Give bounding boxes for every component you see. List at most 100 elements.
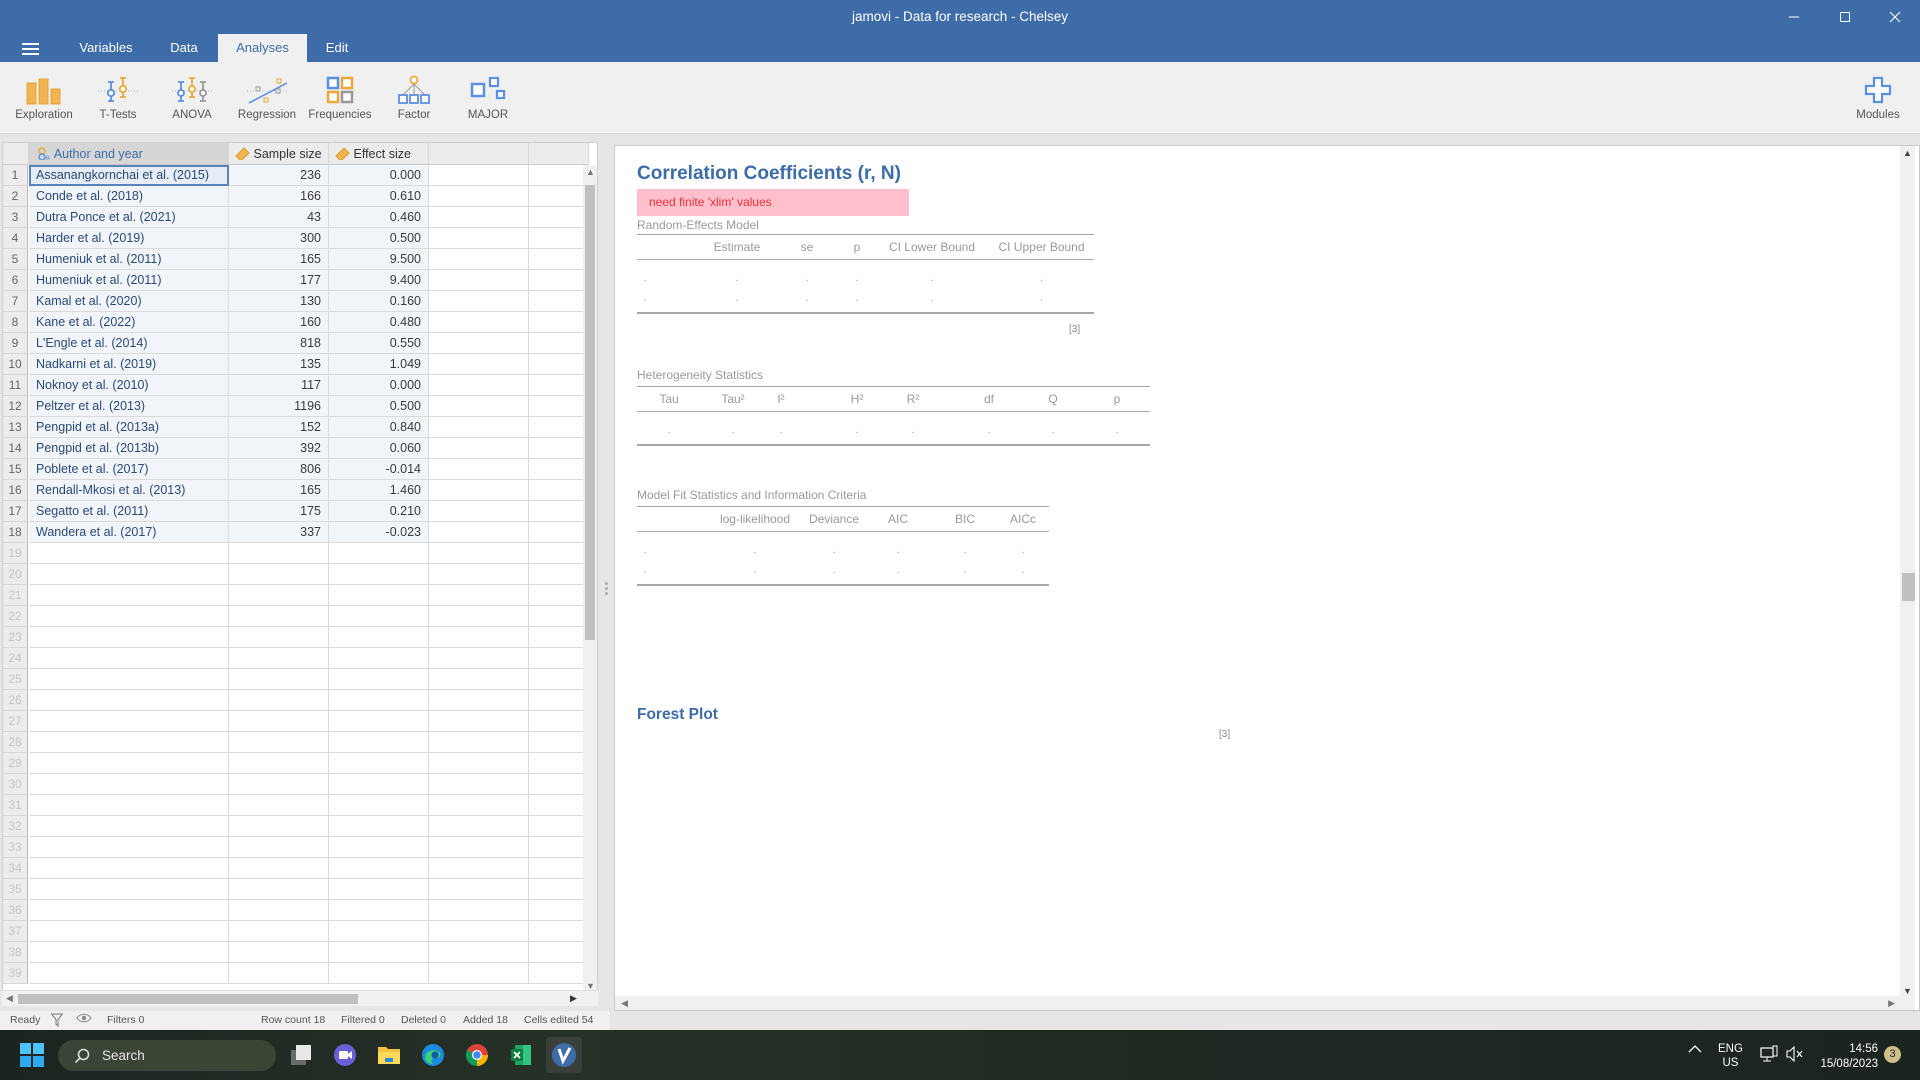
grid-cell[interactable]: Rendall-Mkosi et al. (2013) [29,480,229,501]
grid-cell[interactable]: 9.500 [329,249,429,270]
grid-cell[interactable] [29,795,229,816]
grid-cell[interactable] [229,585,329,606]
tab-data[interactable]: Data [160,34,208,62]
grid-cell[interactable] [329,753,429,774]
grid-cell[interactable] [429,774,529,795]
grid-cell[interactable] [229,606,329,627]
grid-cell[interactable]: 806 [229,459,329,480]
row-number[interactable]: 21 [3,585,28,606]
grid-cell[interactable] [329,837,429,858]
grid-cell[interactable] [329,900,429,921]
grid-cell[interactable]: 166 [229,186,329,207]
regression-button[interactable]: Regression [236,62,298,134]
row-number[interactable]: 32 [3,816,28,837]
grid-cell[interactable] [429,795,529,816]
scroll-left-arrow-icon[interactable]: ◀ [6,993,13,1004]
factor-button[interactable]: Factor [392,62,436,134]
grid-cell[interactable] [29,900,229,921]
row-number[interactable]: 8 [3,312,28,333]
row-number[interactable]: 39 [3,963,28,984]
grid-cell[interactable] [329,921,429,942]
row-number[interactable]: 31 [3,795,28,816]
grid-cell[interactable] [529,354,589,375]
grid-cell[interactable] [29,564,229,585]
grid-cell[interactable]: 236 [229,165,329,186]
grid-cell[interactable] [529,837,589,858]
grid-cell[interactable] [429,354,529,375]
grid-cell[interactable] [429,543,529,564]
grid-cell[interactable] [529,501,589,522]
grid-cell[interactable]: 1196 [229,396,329,417]
grid-cell[interactable]: 1.049 [329,354,429,375]
row-number[interactable]: 37 [3,921,28,942]
grid-cell[interactable] [429,669,529,690]
row-number[interactable]: 7 [3,291,28,312]
grid-cell[interactable]: Poblete et al. (2017) [29,459,229,480]
row-number[interactable]: 33 [3,837,28,858]
grid-cell[interactable] [529,816,589,837]
tab-edit[interactable]: Edit [316,34,358,62]
grid-cell[interactable] [329,690,429,711]
grid-cell[interactable] [429,165,529,186]
notification-badge[interactable]: 3 [1884,1046,1901,1063]
maximize-button[interactable] [1822,0,1868,34]
grid-cell[interactable] [429,186,529,207]
grid-cell[interactable] [229,816,329,837]
scroll-right-arrow-icon[interactable]: ▶ [1888,998,1895,1009]
results-vertical-scroll-thumb[interactable] [1902,573,1915,601]
grid-cell[interactable] [429,375,529,396]
show-hidden-icons-button[interactable] [1688,1044,1702,1057]
grid-cell[interactable] [529,732,589,753]
grid-cell[interactable] [29,627,229,648]
tab-variables[interactable]: Variables [68,34,144,62]
row-number[interactable]: 6 [3,270,28,291]
row-number[interactable]: 16 [3,480,28,501]
teams-button[interactable] [327,1037,363,1073]
grid-cell[interactable]: 43 [229,207,329,228]
grid-cell[interactable] [529,963,589,984]
grid-cell[interactable]: Conde et al. (2018) [29,186,229,207]
grid-cell[interactable]: Humeniuk et al. (2011) [29,249,229,270]
row-number[interactable]: 3 [3,207,28,228]
grid-cell[interactable]: 0.480 [329,312,429,333]
grid-cell[interactable] [329,858,429,879]
grid-cell[interactable] [329,711,429,732]
grid-cell[interactable] [429,627,529,648]
grid-cell[interactable]: -0.023 [329,522,429,543]
grid-cell[interactable]: Harder et al. (2019) [29,228,229,249]
grid-cell[interactable]: 0.610 [329,186,429,207]
row-number[interactable]: 22 [3,606,28,627]
excel-button[interactable] [503,1037,539,1073]
grid-cell[interactable] [29,963,229,984]
grid-cell[interactable]: 0.460 [329,207,429,228]
grid-cell[interactable]: 0.500 [329,228,429,249]
row-number[interactable]: 25 [3,669,28,690]
grid-cell[interactable] [229,543,329,564]
column-header-author[interactable]: a Author and year [29,143,229,165]
grid-cell[interactable]: 0.160 [329,291,429,312]
grid-cell[interactable] [29,921,229,942]
grid-cell[interactable]: Segatto et al. (2011) [29,501,229,522]
grid-cell[interactable] [329,795,429,816]
grid-cell[interactable] [229,732,329,753]
grid-cell[interactable] [529,606,589,627]
row-number[interactable]: 19 [3,543,28,564]
grid-cell[interactable] [529,207,589,228]
grid-cell[interactable] [529,711,589,732]
grid-cell[interactable] [429,963,529,984]
chrome-button[interactable] [459,1037,495,1073]
grid-cell[interactable] [429,732,529,753]
grid-cell[interactable] [529,375,589,396]
grid-cell[interactable] [529,417,589,438]
grid-cell[interactable] [329,627,429,648]
corner-header[interactable] [3,143,29,165]
grid-cell[interactable] [229,858,329,879]
grid-cell[interactable] [29,690,229,711]
grid-cell[interactable] [29,858,229,879]
grid-cell[interactable]: 130 [229,291,329,312]
grid-cell[interactable] [29,942,229,963]
row-number[interactable]: 12 [3,396,28,417]
reference-marker[interactable]: [3] [1069,324,1080,335]
grid-cell[interactable] [529,438,589,459]
taskbar-search-box[interactable]: Search [58,1040,276,1071]
